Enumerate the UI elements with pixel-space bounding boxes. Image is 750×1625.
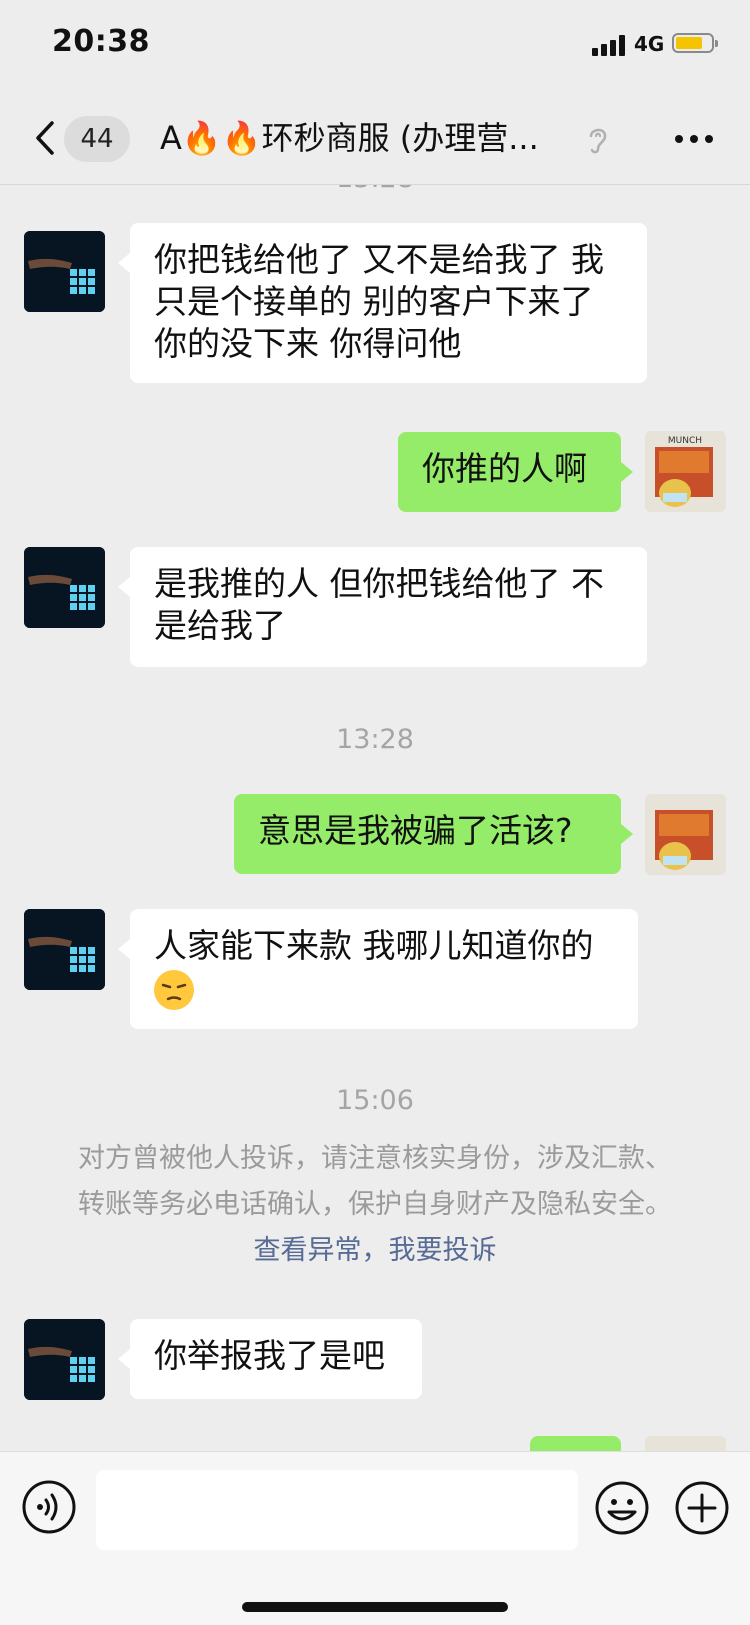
chat-header: 44 A🔥🔥环秒商服 (办理营... [0,92,750,185]
timestamp-clipped: 13:28 [0,185,750,194]
my-avatar[interactable] [645,1436,726,1451]
contact-avatar[interactable] [24,231,105,312]
contact-avatar[interactable] [24,1319,105,1400]
view-abnormal-link[interactable]: 查看异常 [254,1235,362,1266]
battery-icon [672,33,718,53]
timestamp: 15:06 [336,1085,414,1116]
message-bubble-incoming[interactable]: 你举报我了是吧 [118,1319,422,1399]
my-avatar[interactable] [645,794,726,875]
unread-count-badge[interactable]: 44 [64,116,130,162]
input-bar [0,1451,750,1625]
message-bubble-outgoing[interactable]: 你推的人啊 [398,432,633,512]
timestamp: 13:28 [336,724,414,755]
contact-avatar-image [24,909,105,990]
notice-line-1: 对方曾被他人投诉，请注意核实身份，涉及汇款、 [78,1143,672,1174]
chat-title[interactable]: A🔥🔥环秒商服 (办理营... [160,114,570,162]
notice-line-2: 转账等务必电话确认，保护自身财产及隐私安全。 [78,1189,672,1220]
message-bubble-outgoing[interactable]: 意思是我被骗了活该? [234,794,633,874]
home-indicator[interactable] [242,1602,508,1612]
contact-avatar-image [24,1319,105,1400]
contact-avatar[interactable] [24,547,105,628]
chat-message-list[interactable]: 13:28 你把钱给他了 又不是给我了 我只是个接单的 别的客户下来了你的没下来… [0,185,750,1451]
back-icon[interactable] [30,120,62,156]
contact-avatar-image [24,231,105,312]
report-complaint-link[interactable]: 我要投诉 [389,1235,497,1266]
my-avatar-image [645,1436,726,1451]
message-text: 人家能下来款 我哪儿知道你的 [154,926,594,965]
emoji-icon[interactable] [594,1480,650,1536]
avatar-caption: MUNCH [668,436,702,446]
status-time: 20:38 [52,24,150,59]
contact-avatar-image [24,547,105,628]
my-avatar[interactable]: MUNCH [645,431,726,512]
message-bubble-incoming[interactable]: 你把钱给他了 又不是给我了 我只是个接单的 别的客户下来了你的没下来 你得问他 [118,223,647,383]
more-icon[interactable] [674,134,714,144]
message-bubble-incoming[interactable]: 是我推的人 但你把钱给他了 不是给我了 [118,547,647,667]
my-avatar-image: MUNCH [645,431,726,512]
unamused-face-emoji [154,969,194,1010]
contact-avatar[interactable] [24,909,105,990]
voice-icon[interactable] [22,1480,76,1534]
status-bar: 20:38 4G [0,0,750,92]
my-avatar-image [645,794,726,875]
message-input[interactable] [96,1470,578,1550]
network-type: 4G [634,32,665,56]
signal-icon [592,34,632,56]
message-bubble-incoming[interactable]: 人家能下来款 我哪儿知道你的 [118,909,638,1029]
notice-separator: ， [361,1235,389,1266]
security-notice: 对方曾被他人投诉，请注意核实身份，涉及汇款、 转账等务必电话确认，保护自身财产及… [40,1136,710,1274]
plus-icon[interactable] [674,1480,730,1536]
ear-icon [589,128,607,154]
message-bubble-outgoing-partial[interactable] [530,1436,621,1451]
